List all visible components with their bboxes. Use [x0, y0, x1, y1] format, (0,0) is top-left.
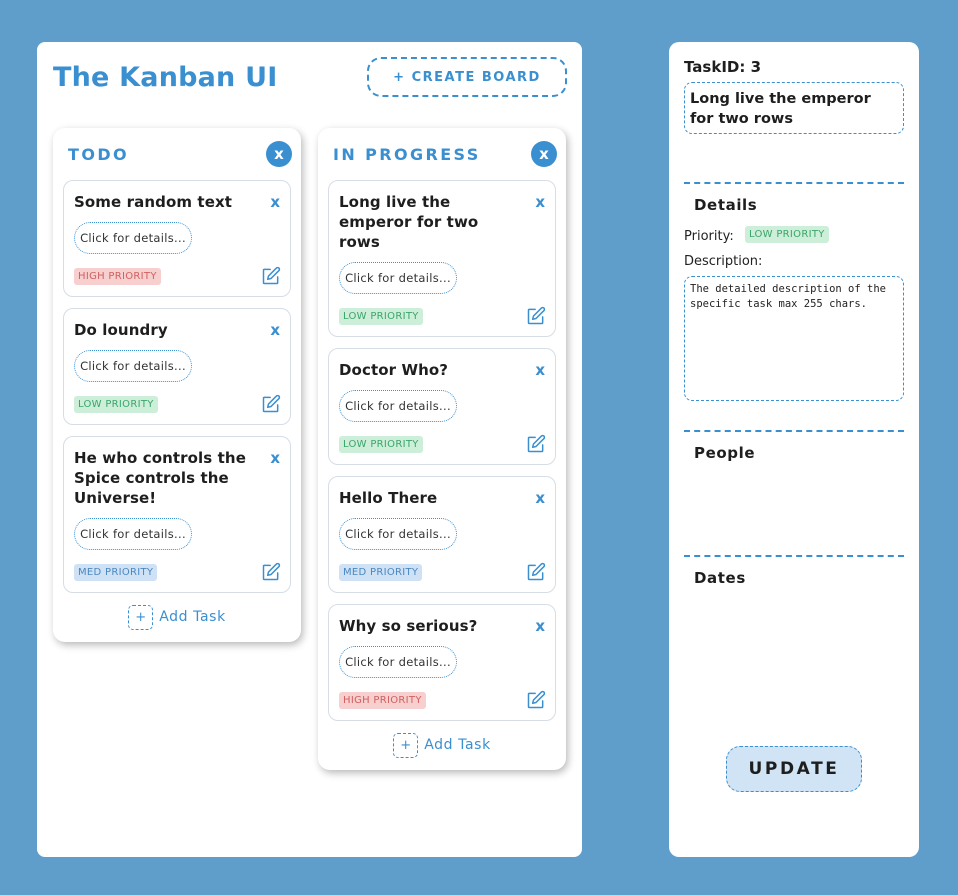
priority-badge: LOW PRIORITY [339, 307, 423, 325]
edit-icon[interactable] [526, 306, 546, 326]
priority-label: Priority: [684, 229, 734, 244]
edit-icon[interactable] [261, 394, 281, 414]
details-button[interactable]: Click for details... [339, 262, 457, 294]
description-label: Description: [684, 254, 763, 269]
column-title: IN PROGRESS [333, 144, 481, 164]
details-heading: Details [694, 196, 758, 214]
priority-badge[interactable]: LOW PRIORITY [745, 226, 829, 243]
delete-task-button[interactable]: x [535, 361, 545, 379]
task-card-title: He who controls the Spice controls the U… [74, 449, 246, 507]
add-task-button[interactable]: + Add Task [63, 602, 291, 632]
priority-badge: MED PRIORITY [339, 563, 423, 581]
add-task-label: Add Task [159, 609, 226, 625]
plus-icon: + [128, 604, 154, 630]
close-column-button[interactable]: x [266, 141, 292, 167]
kanban-board: The Kanban UI + CREATE BOARD TODO x Some… [37, 42, 582, 857]
details-button[interactable]: Click for details... [74, 518, 192, 550]
details-button[interactable]: Click for details... [74, 222, 192, 254]
details-button[interactable]: Click for details... [339, 518, 457, 550]
section-divider [684, 182, 904, 184]
task-id: TaskID: 3 [684, 58, 762, 76]
people-heading: People [694, 444, 756, 462]
delete-task-button[interactable]: x [270, 449, 280, 467]
description-field[interactable]: The detailed description of the specific… [684, 276, 904, 401]
task-card[interactable]: Hello There x Click for details... MED P… [328, 476, 556, 593]
priority-badge: HIGH PRIORITY [74, 267, 161, 285]
priority-badge: HIGH PRIORITY [339, 691, 426, 709]
edit-icon[interactable] [526, 434, 546, 454]
add-task-button[interactable]: + Add Task [328, 730, 556, 760]
details-button[interactable]: Click for details... [74, 350, 192, 382]
edit-icon[interactable] [526, 562, 546, 582]
task-card[interactable]: Long live the emperor for two rows x Cli… [328, 180, 556, 337]
section-divider [684, 430, 904, 432]
task-card-title: Do loundry [74, 321, 168, 339]
task-card-title: Why so serious? [339, 617, 478, 635]
task-card[interactable]: Doctor Who? x Click for details... LOW P… [328, 348, 556, 465]
details-button[interactable]: Click for details... [339, 390, 457, 422]
priority-badge: MED PRIORITY [74, 563, 158, 581]
task-detail-panel: TaskID: 3 Long live the emperor for two … [669, 42, 919, 857]
update-button[interactable]: UPDATE [726, 746, 862, 792]
details-button[interactable]: Click for details... [339, 646, 457, 678]
close-column-button[interactable]: x [531, 141, 557, 167]
create-board-button[interactable]: + CREATE BOARD [367, 57, 567, 97]
task-title-field[interactable]: Long live the emperor for two rows [684, 82, 904, 134]
delete-task-button[interactable]: x [535, 489, 545, 507]
task-card[interactable]: Why so serious? x Click for details... H… [328, 604, 556, 721]
delete-task-button[interactable]: x [535, 617, 545, 635]
column-in-progress: IN PROGRESS x Long live the emperor for … [318, 128, 566, 770]
task-card-title: Some random text [74, 193, 233, 211]
dates-heading: Dates [694, 569, 746, 587]
section-divider [684, 555, 904, 557]
delete-task-button[interactable]: x [270, 193, 280, 211]
edit-icon[interactable] [526, 690, 546, 710]
edit-icon[interactable] [261, 266, 281, 286]
plus-icon: + [393, 732, 419, 758]
priority-badge: LOW PRIORITY [339, 435, 423, 453]
task-card[interactable]: Some random text x Click for details... … [63, 180, 291, 297]
column-todo: TODO x Some random text x Click for deta… [53, 128, 301, 642]
task-card[interactable]: Do loundry x Click for details... LOW PR… [63, 308, 291, 425]
column-header: IN PROGRESS x [328, 128, 557, 180]
column-title: TODO [68, 144, 129, 164]
page-title: The Kanban UI [53, 62, 278, 93]
task-card-title: Hello There [339, 489, 438, 507]
add-task-label: Add Task [424, 737, 491, 753]
priority-badge: LOW PRIORITY [74, 395, 158, 413]
column-header: TODO x [63, 128, 292, 180]
task-card[interactable]: He who controls the Spice controls the U… [63, 436, 291, 593]
task-card-title: Doctor Who? [339, 361, 449, 379]
delete-task-button[interactable]: x [535, 193, 545, 211]
task-card-title: Long live the emperor for two rows [339, 193, 479, 251]
delete-task-button[interactable]: x [270, 321, 280, 339]
edit-icon[interactable] [261, 562, 281, 582]
